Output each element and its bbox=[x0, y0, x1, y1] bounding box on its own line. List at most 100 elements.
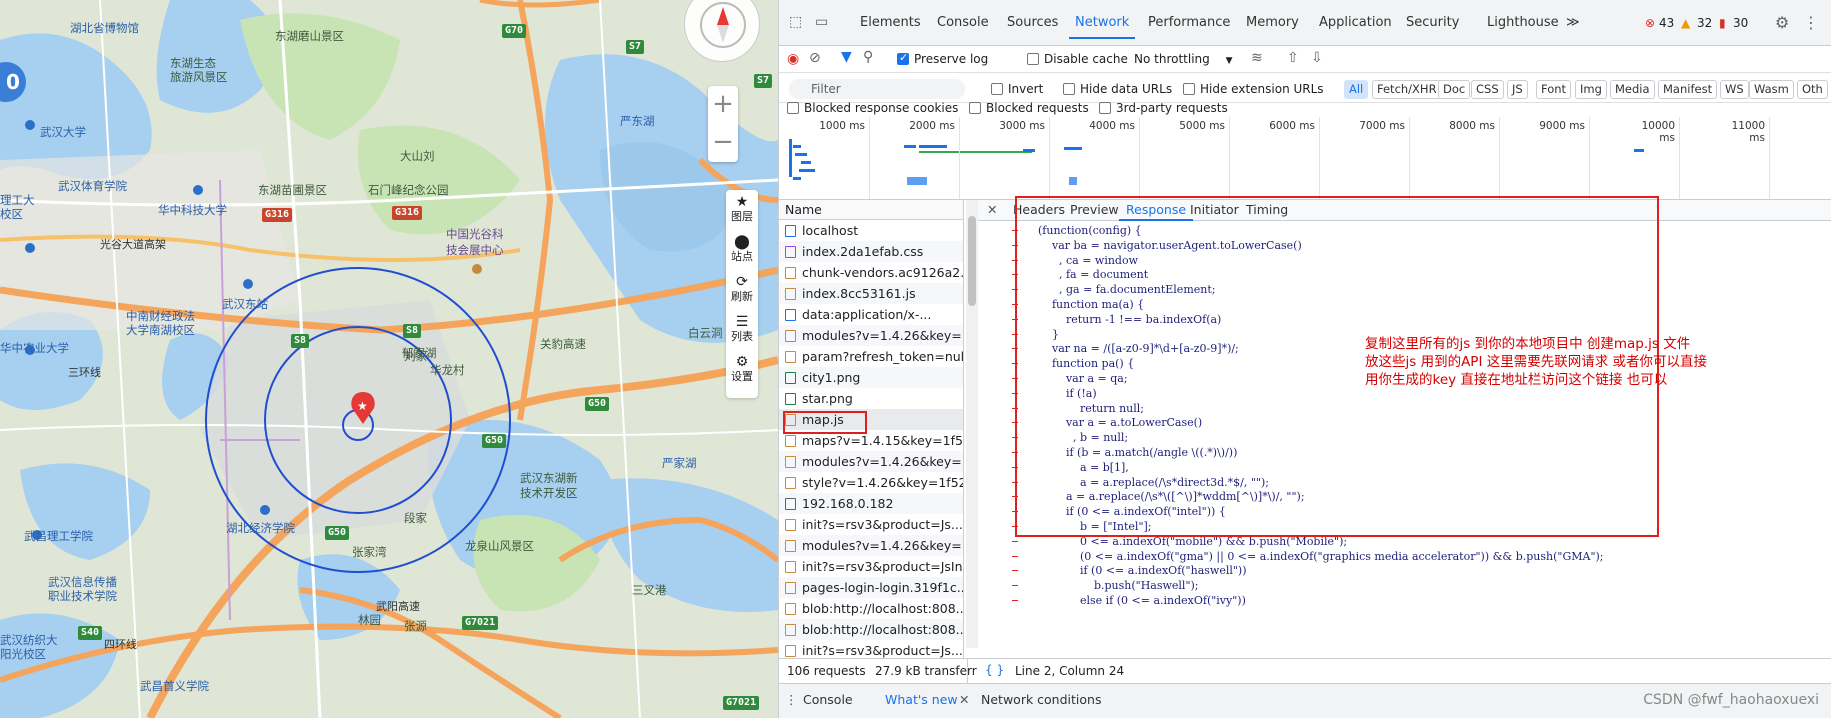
hide-extension-urls-checkbox[interactable]: Hide extension URLs bbox=[1183, 82, 1324, 96]
zoom-in-button[interactable]: + bbox=[708, 86, 738, 124]
download-icon[interactable]: ⇩ bbox=[1311, 50, 1323, 66]
tab-sources[interactable]: Sources bbox=[1007, 15, 1058, 30]
type-filter-fetch[interactable]: Fetch/XHR bbox=[1372, 80, 1442, 99]
type-filter-all[interactable]: All bbox=[1344, 80, 1369, 99]
timeline-tick-label: 11000 ms bbox=[1731, 120, 1765, 144]
tab-security[interactable]: Security bbox=[1406, 15, 1459, 30]
tab-lighthouse[interactable]: Lighthouse bbox=[1487, 15, 1559, 30]
tab-application[interactable]: Application bbox=[1319, 15, 1392, 30]
type-filter-wasm[interactable]: Wasm bbox=[1749, 80, 1794, 99]
drawer-tab-console[interactable]: Console bbox=[803, 692, 853, 707]
request-row[interactable]: init?s=rsv3&product=Js... bbox=[779, 640, 963, 658]
timeline-gridline bbox=[869, 117, 870, 199]
gutter-change-mark bbox=[1012, 600, 1018, 601]
request-name: init?s=rsv3&product=Js... bbox=[802, 517, 963, 532]
timeline-tick-label: 6000 ms bbox=[1269, 120, 1315, 132]
request-row[interactable]: init?s=rsv3&product=JsIn... bbox=[779, 556, 963, 577]
drawer-menu-icon[interactable]: ⋮ bbox=[785, 692, 798, 707]
search-icon[interactable]: ⚲ bbox=[863, 49, 873, 65]
list-header-name[interactable]: Name bbox=[779, 200, 963, 220]
map-label: 武汉体育学院 bbox=[58, 179, 127, 193]
highway-shield: G7021 bbox=[723, 696, 760, 710]
request-row[interactable]: modules?v=1.4.26&key=... bbox=[779, 535, 963, 556]
type-filter-doc[interactable]: Doc bbox=[1438, 80, 1471, 99]
request-row[interactable]: index.8cc53161.js bbox=[779, 283, 963, 304]
pretty-print-icon[interactable]: { } bbox=[985, 663, 1004, 677]
error-count[interactable]: 43 bbox=[1659, 16, 1674, 30]
filter-bar: Filter Invert Hide data URLs Hide extens… bbox=[779, 73, 1831, 103]
request-list-scrollbar[interactable] bbox=[966, 200, 978, 648]
device-toggle-icon[interactable]: ▭ bbox=[815, 14, 828, 30]
blocked-requests-checkbox[interactable]: Blocked requests bbox=[969, 101, 1089, 115]
filter-input[interactable]: Filter bbox=[789, 79, 965, 99]
record-icon[interactable]: ◉ bbox=[787, 51, 799, 67]
gutter-change-mark bbox=[1012, 570, 1018, 572]
request-name: init?s=rsv3&product=Js... bbox=[802, 643, 963, 658]
request-row[interactable]: blob:http://localhost:808... bbox=[779, 598, 963, 619]
request-row[interactable]: index.2da1efab.css bbox=[779, 241, 963, 262]
js-file-icon bbox=[785, 288, 796, 300]
type-filter-font[interactable]: Font bbox=[1536, 80, 1572, 99]
request-row[interactable]: city1.png bbox=[779, 367, 963, 388]
request-row[interactable]: blob:http://localhost:808... bbox=[779, 619, 963, 640]
zoom-out-button[interactable]: − bbox=[708, 124, 738, 162]
filter-icon[interactable]: ▼ bbox=[841, 49, 852, 65]
more-tabs-button[interactable]: ≫ bbox=[1566, 15, 1580, 30]
throttling-select[interactable]: No throttling ▼ bbox=[1134, 52, 1233, 66]
tool-settings[interactable]: ⚙ 设置 bbox=[726, 350, 758, 390]
type-filter-img[interactable]: Img bbox=[1575, 80, 1607, 99]
type-filter-css[interactable]: CSS bbox=[1471, 80, 1504, 99]
request-row[interactable]: init?s=rsv3&product=Js... bbox=[779, 514, 963, 535]
hide-data-urls-checkbox[interactable]: Hide data URLs bbox=[1063, 82, 1172, 96]
request-row[interactable]: chunk-vendors.ac9126a2.js bbox=[779, 262, 963, 283]
timeline-gridline bbox=[1769, 117, 1770, 199]
map-panel[interactable]: ★ 湖北省博物馆 东湖磨山景区 东湖生态 旅游风景区 武汉大学 理工大 校区 武… bbox=[0, 0, 778, 718]
request-row[interactable]: modules?v=1.4.26&key=... bbox=[779, 451, 963, 472]
type-filter-other[interactable]: Oth bbox=[1797, 80, 1828, 99]
drawer-tab-whats-new[interactable]: What's new bbox=[885, 692, 958, 707]
request-row[interactable]: modules?v=1.4.26&key=... bbox=[779, 325, 963, 346]
request-row[interactable]: pages-login-login.319f1c... bbox=[779, 577, 963, 598]
tool-refresh[interactable]: ⟳ 刷新 bbox=[726, 270, 758, 310]
inspect-icon[interactable]: ⬚ bbox=[789, 14, 802, 30]
js-file-icon bbox=[785, 582, 796, 594]
type-filter-js[interactable]: JS bbox=[1507, 80, 1528, 99]
third-party-checkbox[interactable]: 3rd-party requests bbox=[1099, 101, 1228, 115]
request-row[interactable]: data:application/x-... bbox=[779, 304, 963, 325]
tab-network[interactable]: Network bbox=[1068, 15, 1136, 39]
request-row[interactable]: param?refresh_token=nul... bbox=[779, 346, 963, 367]
preserve-log-checkbox[interactable]: Preserve log bbox=[897, 51, 988, 66]
drawer-tab-network-conditions[interactable]: Network conditions bbox=[981, 692, 1101, 707]
tool-list[interactable]: ☰ 列表 bbox=[726, 310, 758, 350]
wifi-icon[interactable]: ≋ bbox=[1251, 50, 1263, 66]
type-filter-ws[interactable]: WS bbox=[1720, 80, 1749, 99]
request-row[interactable]: star.png bbox=[779, 388, 963, 409]
close-icon[interactable]: ✕ bbox=[987, 202, 997, 217]
warning-count[interactable]: 32 bbox=[1697, 16, 1712, 30]
compass-control[interactable] bbox=[684, 0, 760, 62]
tool-stations[interactable]: ⬤ 站点 bbox=[726, 230, 758, 270]
highway-shield: S8 bbox=[291, 334, 310, 348]
clear-icon[interactable]: ⊘ bbox=[809, 50, 821, 66]
type-filter-media[interactable]: Media bbox=[1610, 80, 1655, 99]
tab-performance[interactable]: Performance bbox=[1148, 15, 1230, 30]
gear-icon[interactable]: ⚙ bbox=[1775, 13, 1789, 32]
tab-memory[interactable]: Memory bbox=[1246, 15, 1299, 30]
upload-icon[interactable]: ⇧ bbox=[1287, 50, 1299, 66]
tab-elements[interactable]: Elements bbox=[860, 15, 921, 30]
timeline-tick-label: 5000 ms bbox=[1179, 120, 1225, 132]
disable-cache-checkbox[interactable]: Disable cache bbox=[1027, 52, 1128, 66]
issues-count[interactable]: 30 bbox=[1733, 16, 1748, 30]
tab-console[interactable]: Console bbox=[937, 15, 989, 30]
request-row[interactable]: style?v=1.4.26&key=1f52... bbox=[779, 472, 963, 493]
map-label: 龙泉山风景区 bbox=[465, 539, 534, 553]
close-icon[interactable]: ✕ bbox=[959, 692, 969, 707]
blocked-cookies-checkbox[interactable]: Blocked response cookies bbox=[787, 101, 958, 115]
type-filter-manifest[interactable]: Manifest bbox=[1658, 80, 1718, 99]
request-row[interactable]: 192.168.0.182 bbox=[779, 493, 963, 514]
kebab-menu-icon[interactable]: ⋮ bbox=[1803, 13, 1819, 32]
network-timeline[interactable]: 1000 ms 2000 ms 3000 ms 4000 ms 5000 ms 6000 … bbox=[779, 117, 1831, 200]
tool-layers[interactable]: ★ 图层 bbox=[726, 190, 758, 230]
request-row[interactable]: localhost bbox=[779, 220, 963, 241]
invert-checkbox[interactable]: Invert bbox=[991, 82, 1043, 96]
